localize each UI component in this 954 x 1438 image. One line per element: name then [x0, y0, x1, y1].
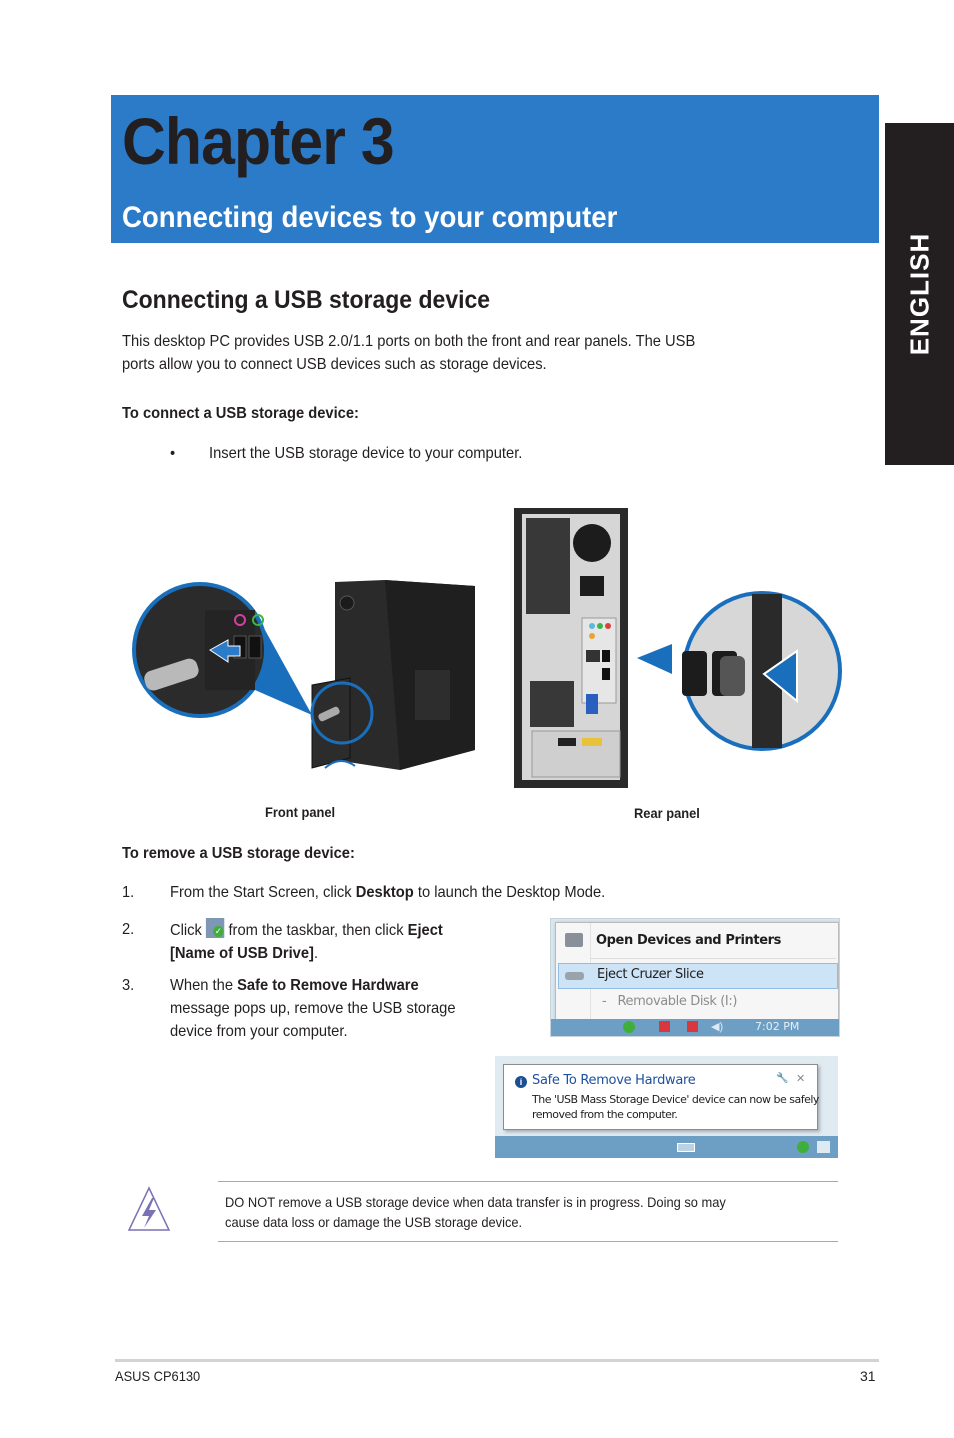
lan-port: [586, 650, 600, 662]
tray-usb-icon[interactable]: [623, 1021, 635, 1033]
remove-heading: To remove a USB storage device:: [122, 845, 355, 862]
section-title: Connecting a USB storage device: [122, 286, 491, 314]
intro-line: ports allow you to connect USB devices s…: [122, 356, 547, 373]
connect-step-text: Insert the USB storage device to your co…: [209, 445, 523, 462]
step-3: When the Safe to Remove Hardware message…: [170, 977, 456, 1040]
tray-action-icon[interactable]: [817, 1141, 830, 1153]
usb-port: [602, 650, 610, 662]
usb-port: [248, 635, 262, 659]
menu-item-removable-disk: - Removable Disk (I:): [602, 994, 738, 1009]
front-panel-illustration: [132, 580, 475, 770]
step-number: 3.: [122, 977, 135, 994]
vga-port: [586, 694, 598, 714]
close-icon[interactable]: ✕: [796, 1072, 805, 1085]
taskbar: ◀) 7:02 PM: [551, 1019, 839, 1036]
step-number: 1.: [122, 884, 135, 901]
safely-remove-hardware-icon: ✓: [205, 918, 225, 938]
fan-icon: [573, 524, 611, 562]
page-number: 31: [860, 1368, 876, 1384]
usb-port: [602, 668, 610, 680]
taskbar-clock: 7:02 PM: [755, 1020, 800, 1033]
menu-item-eject-cruzer[interactable]: Eject Cruzer Slice: [558, 963, 838, 989]
context-menu: Open Devices and Printers Eject Cruzer S…: [555, 922, 839, 1020]
power-button-icon: [339, 595, 355, 611]
power-socket-icon: [580, 576, 604, 596]
tray-volume-icon[interactable]: ◀): [711, 1020, 723, 1033]
keyboard-icon[interactable]: [677, 1143, 695, 1152]
chapter-title: Chapter 3: [122, 104, 395, 178]
footer-divider: [115, 1359, 879, 1362]
safe-remove-notification-screenshot: i Safe To Remove Hardware 🔧 ✕ The 'USB M…: [495, 1056, 838, 1158]
taskbar: [495, 1136, 838, 1158]
note-divider-top: [218, 1181, 838, 1182]
bullet-symbol: •: [170, 445, 176, 462]
chapter-subtitle: Connecting devices to your computer: [122, 201, 618, 234]
usb-port: [682, 651, 707, 696]
warning-note-text: DO NOT remove a USB storage device when …: [225, 1194, 726, 1230]
connect-heading: To connect a USB storage device:: [122, 405, 359, 422]
rear-panel-label: Rear panel: [634, 805, 700, 821]
step-number: 2.: [122, 921, 135, 938]
warning-icon: [127, 1186, 171, 1231]
info-icon: i: [515, 1076, 527, 1088]
step-2: Click ✓ from the taskbar, then click Eje…: [170, 918, 443, 965]
note-divider-bottom: [218, 1241, 838, 1242]
settings-icon[interactable]: 🔧: [776, 1073, 788, 1084]
notification-title: Safe To Remove Hardware: [532, 1073, 696, 1088]
language-tab: ENGLISH: [885, 123, 954, 465]
intro-paragraph: This desktop PC provides USB 2.0/1.1 por…: [122, 330, 803, 376]
tray-error-icon[interactable]: [659, 1021, 670, 1032]
printer-icon: [565, 933, 583, 947]
rear-panel-illustration: [514, 508, 842, 788]
drive-icon: [565, 972, 584, 980]
usb-drive: [720, 656, 745, 696]
intro-line: This desktop PC provides USB 2.0/1.1 por…: [122, 333, 696, 350]
language-tab-label: ENGLISH: [904, 232, 934, 356]
tray-usb-icon[interactable]: [797, 1141, 809, 1153]
notification-balloon: i Safe To Remove Hardware 🔧 ✕ The 'USB M…: [503, 1064, 819, 1130]
footer-model: ASUS CP6130: [115, 1368, 201, 1384]
desktop-emphasis: Desktop: [355, 884, 414, 901]
front-panel-label: Front panel: [265, 804, 336, 820]
menu-item-open-devices[interactable]: Open Devices and Printers: [556, 929, 838, 955]
step-1: From the Start Screen, click Desktop to …: [170, 884, 606, 901]
notification-message: The 'USB Mass Storage Device' device can…: [532, 1093, 819, 1121]
tray-error-icon[interactable]: [687, 1021, 698, 1032]
taskbar-menu-screenshot: Open Devices and Printers Eject Cruzer S…: [550, 918, 840, 1037]
